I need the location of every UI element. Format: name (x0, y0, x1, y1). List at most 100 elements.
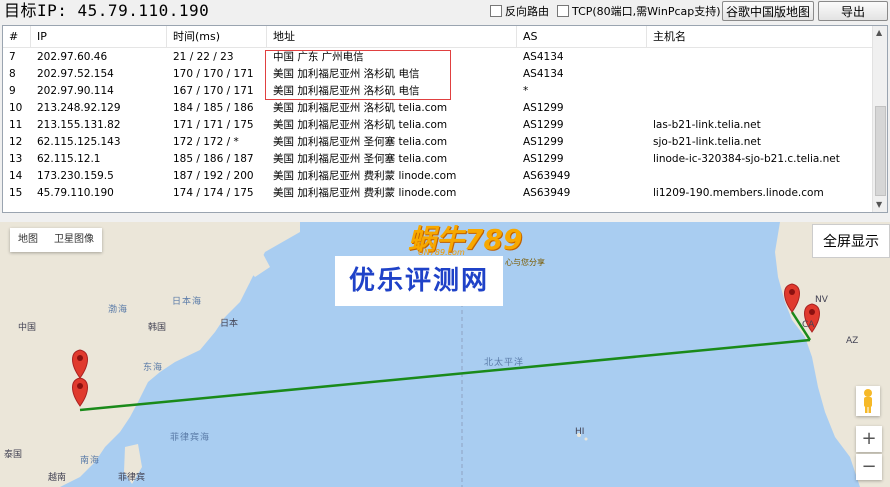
label-china: 中国 (18, 323, 37, 333)
scrollbar-thumb[interactable] (875, 106, 886, 196)
hop-cell: 15 (9, 187, 23, 199)
table-row[interactable]: 14 173.230.159.5 187 / 192 / 200 美国 加利福尼亚州 … (3, 168, 873, 185)
zoom-in-button[interactable]: + (856, 426, 882, 452)
highlight-box (265, 50, 451, 100)
label-south-sea: 南海 (80, 456, 101, 466)
map-type-map[interactable]: 地图 (10, 228, 46, 252)
label-vietnam: 越南 (48, 473, 67, 483)
time-cell: 187 / 192 / 200 (173, 170, 254, 182)
table-row[interactable]: 11 213.155.131.82 171 / 171 / 175 美国 加利福尼亚州… (3, 117, 873, 134)
col-address[interactable]: 地址 (267, 26, 517, 48)
scroll-up-icon[interactable]: ▲ (876, 28, 882, 37)
map-type-satellite[interactable]: 卫星图像 (46, 228, 102, 252)
as-cell: AS63949 (523, 170, 571, 182)
logo-slogan: 心与您分享 (505, 258, 545, 267)
reverse-route-checkbox[interactable]: 反向路由 (490, 3, 549, 19)
target-ip-label: 目标IP: 45.79.110.190 (4, 1, 210, 20)
hop-cell: 13 (9, 153, 23, 165)
address-cell: 美国 加利福尼亚州 洛杉矶 telia.com (273, 119, 448, 131)
scroll-down-icon[interactable]: ▼ (876, 200, 882, 209)
ip-cell: 62.115.12.1 (37, 153, 101, 165)
col-ip[interactable]: IP (31, 26, 167, 48)
time-cell: 174 / 174 / 175 (173, 187, 254, 199)
checkbox-box[interactable] (557, 5, 569, 17)
label-philippines: 菲律宾 (118, 473, 146, 483)
col-time[interactable]: 时间(ms) (167, 26, 267, 48)
time-cell: 170 / 170 / 171 (173, 68, 254, 80)
table-row[interactable]: 10 213.248.92.129 184 / 185 / 186 美国 加利福尼亚州… (3, 100, 873, 117)
fullscreen-button[interactable]: 全屏显示 (812, 224, 890, 258)
tcp-checkbox[interactable]: TCP(80端口,需WinPcap支持) (557, 3, 721, 19)
hostname-cell: las-b21-link.telia.net (653, 119, 761, 131)
address-cell: 美国 加利福尼亚州 洛杉矶 telia.com (273, 102, 448, 114)
vertical-scrollbar[interactable]: ▲ ▼ (872, 26, 887, 212)
hostname-cell: li1209-190.members.linode.com (653, 187, 824, 199)
ip-cell: 202.97.60.46 (37, 51, 108, 63)
hostname-cell (647, 66, 873, 83)
label-sea-of-japan: 日本海 (172, 297, 203, 307)
address-cell: 美国 加利福尼亚州 圣何塞 telia.com (273, 136, 448, 148)
hop-cell: 11 (9, 119, 23, 131)
route-map[interactable]: 地图 卫星图像 中国 韩国 日本 日本海 渤海 东海 南海 菲律宾海 北太平洋 … (0, 222, 890, 487)
hop-cell: 12 (9, 136, 23, 148)
label-japan: 日本 (220, 319, 239, 329)
table-header: # IP 时间(ms) 地址 AS 主机名 (3, 26, 873, 48)
map-type-control: 地图 卫星图像 (10, 228, 102, 252)
col-hostname[interactable]: 主机名 (647, 26, 873, 48)
table-row[interactable]: 15 45.79.110.190 174 / 174 / 175 美国 加利福尼亚州 … (3, 185, 873, 202)
as-cell: AS1299 (523, 119, 564, 131)
as-cell: AS63949 (523, 187, 571, 199)
ip-cell: 202.97.52.154 (37, 68, 114, 80)
label-hawaii: HI (575, 427, 585, 437)
time-cell: 21 / 22 / 23 (173, 51, 234, 63)
table-row[interactable]: 13 62.115.12.1 185 / 186 / 187 美国 加利福尼亚州 圣何… (3, 151, 873, 168)
time-cell: 172 / 172 / * (173, 136, 239, 148)
time-cell: 184 / 185 / 186 (173, 102, 254, 114)
address-cell: 美国 加利福尼亚州 费利蒙 linode.com (273, 170, 457, 182)
table-row[interactable]: 12 62.115.125.143 172 / 172 / * 美国 加利福尼亚州 圣… (3, 134, 873, 151)
hop-cell: 14 (9, 170, 23, 182)
ip-cell: 213.155.131.82 (37, 119, 121, 131)
label-thailand: 泰国 (4, 450, 23, 460)
as-cell: AS1299 (523, 136, 564, 148)
tcp-label: TCP(80端口,需WinPcap支持) (572, 5, 721, 18)
watermark-text: 优乐评测网 (335, 256, 503, 306)
col-as[interactable]: AS (517, 26, 647, 48)
label-az: AZ (846, 336, 859, 346)
label-north-pacific: 北太平洋 (484, 358, 525, 368)
address-cell: 美国 加利福尼亚州 圣何塞 telia.com (273, 153, 448, 165)
label-east-sea: 东海 (143, 363, 164, 373)
hostname-cell (647, 100, 873, 117)
as-cell: AS1299 (523, 102, 564, 114)
traceroute-window: 目标IP: 45.79.110.190 反向路由 TCP(80端口,需WinPc… (0, 0, 890, 487)
checkbox-box[interactable] (490, 5, 502, 17)
col-hop[interactable]: # (3, 26, 31, 48)
label-nv: NV (815, 295, 828, 305)
ip-cell: 62.115.125.143 (37, 136, 121, 148)
ip-cell: 202.97.90.114 (37, 85, 114, 97)
address-cell: 美国 加利福尼亚州 费利蒙 linode.com (273, 187, 457, 199)
export-button[interactable]: 导出 (818, 1, 888, 21)
label-ca: CA (802, 320, 815, 330)
hostname-cell (647, 49, 873, 66)
ip-cell: 213.248.92.129 (37, 102, 121, 114)
hawaii-island (584, 437, 588, 441)
zoom-out-button[interactable]: − (856, 454, 882, 480)
label-bohai: 渤海 (108, 305, 129, 315)
hostname-cell (647, 83, 873, 100)
google-china-map-button[interactable]: 谷歌中国版地图 (722, 1, 814, 21)
time-cell: 171 / 171 / 175 (173, 119, 254, 131)
label-korea: 韩国 (148, 323, 167, 333)
hostname-cell (647, 168, 873, 185)
hop-cell: 10 (9, 102, 23, 114)
toolbar: 目标IP: 45.79.110.190 反向路由 TCP(80端口,需WinPc… (0, 0, 890, 22)
ip-cell: 45.79.110.190 (37, 187, 114, 199)
as-cell: * (523, 85, 529, 97)
time-cell: 167 / 170 / 171 (173, 85, 254, 97)
pegman-icon[interactable] (856, 386, 880, 416)
ip-cell: 173.230.159.5 (37, 170, 114, 182)
as-cell: AS4134 (523, 68, 564, 80)
time-cell: 185 / 186 / 187 (173, 153, 254, 165)
as-cell: AS1299 (523, 153, 564, 165)
as-cell: AS4134 (523, 51, 564, 63)
